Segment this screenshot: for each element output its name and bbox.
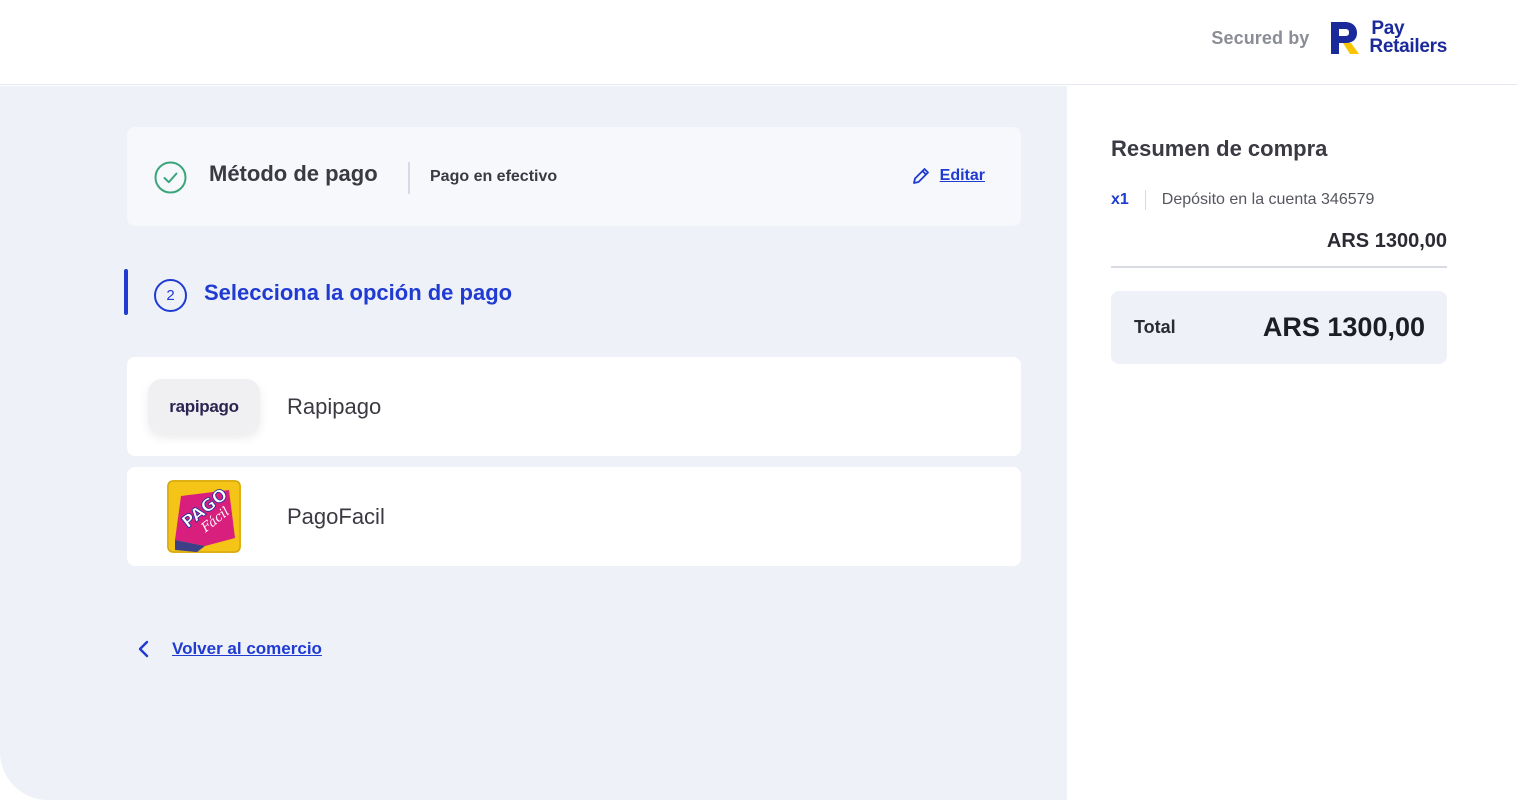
order-summary-panel: Resumen de compra x1 Depósito en la cuen… xyxy=(1067,86,1517,800)
divider xyxy=(1144,190,1146,210)
step-number-badge: 2 xyxy=(154,279,187,312)
total-box: Total ARS 1300,00 xyxy=(1111,291,1447,364)
payment-option-label: PagoFacil xyxy=(287,504,385,529)
edit-link-label[interactable]: Editar xyxy=(940,167,985,185)
total-label: Total xyxy=(1134,317,1176,337)
total-value: ARS 1300,00 xyxy=(1262,312,1425,342)
payment-method-value: Pago en efectivo xyxy=(430,168,558,185)
payment-method-card: Método de pago Pago en efectivo Editar xyxy=(127,127,1021,226)
secured-by-badge: Secured by Pay Retailers xyxy=(1211,18,1447,58)
item-quantity: x1 xyxy=(1111,191,1129,208)
payment-option-pagofacil[interactable]: PAGO Fácil PagoFacil xyxy=(127,467,1021,566)
active-step-indicator xyxy=(124,269,128,315)
summary-divider xyxy=(1111,266,1447,268)
rapipago-logo-text: rapipago xyxy=(169,396,239,416)
chevron-left-icon xyxy=(138,640,149,658)
summary-line-item: x1 Depósito en la cuenta 346579 xyxy=(1111,190,1374,210)
brand-word-retailers: Retailers xyxy=(1369,36,1447,57)
payretailers-logo-icon xyxy=(1331,22,1360,54)
pencil-icon xyxy=(912,168,929,184)
item-price: ARS 1300,00 xyxy=(1326,230,1447,252)
top-bar: Secured by Pay Retailers xyxy=(0,0,1517,85)
payment-option-label: Rapipago xyxy=(287,394,382,419)
pagofacil-logo-icon: PAGO Fácil xyxy=(167,480,241,553)
payment-method-title: Método de pago xyxy=(209,161,378,186)
payretailers-logo: Pay Retailers xyxy=(1327,18,1447,58)
main-panel: Método de pago Pago en efectivo Editar 2… xyxy=(0,86,1067,800)
item-description: Depósito en la cuenta 346579 xyxy=(1161,191,1375,208)
payment-option-rapipago[interactable]: rapipago Rapipago xyxy=(127,357,1021,456)
summary-title: Resumen de compra xyxy=(1111,136,1328,161)
step-title: Selecciona la opción de pago xyxy=(204,280,513,305)
back-link-label[interactable]: Volver al comercio xyxy=(172,639,322,659)
divider xyxy=(408,162,410,194)
rapipago-logo-icon: rapipago xyxy=(148,379,260,434)
secured-by-text: Secured by xyxy=(1211,27,1310,48)
edit-payment-method-link[interactable]: Editar xyxy=(911,166,985,186)
check-circle-icon xyxy=(154,161,187,194)
back-to-merchant-link[interactable]: Volver al comercio xyxy=(134,639,322,659)
